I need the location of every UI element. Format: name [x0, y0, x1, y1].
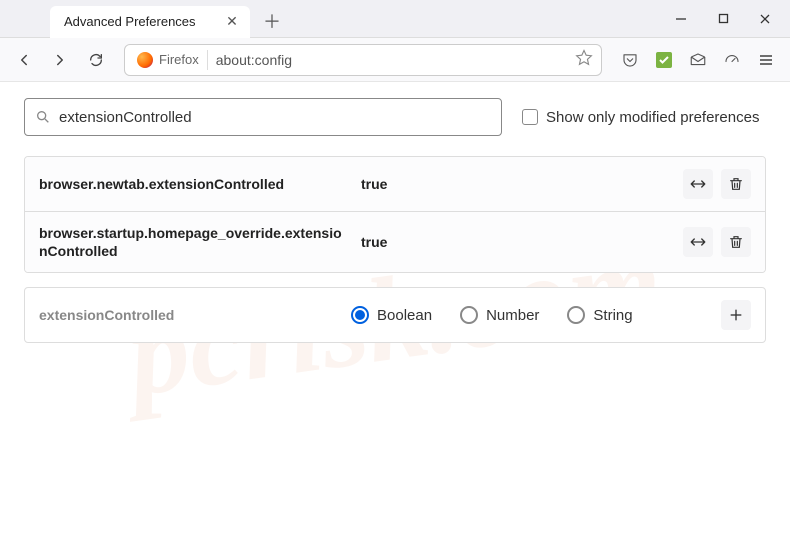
pref-value: true [361, 176, 671, 192]
pref-row: browser.startup.homepage_override.extens… [25, 212, 765, 272]
delete-button[interactable] [721, 227, 751, 257]
pref-name: browser.startup.homepage_override.extens… [39, 224, 349, 260]
toolbar-icons [614, 44, 782, 76]
pocket-icon[interactable] [614, 44, 646, 76]
pref-actions [683, 227, 751, 257]
search-icon [35, 109, 51, 125]
radio-string[interactable]: String [567, 306, 632, 324]
firefox-logo-icon [137, 52, 153, 68]
bookmark-star-icon[interactable] [575, 49, 593, 70]
delete-button[interactable] [721, 169, 751, 199]
radio-icon [460, 306, 478, 324]
radio-label: Number [486, 307, 539, 324]
search-input[interactable] [59, 109, 491, 126]
titlebar: Advanced Preferences ✕ ＋ [0, 0, 790, 38]
search-box[interactable] [24, 98, 502, 136]
browser-tab[interactable]: Advanced Preferences ✕ [50, 6, 250, 38]
menu-button[interactable] [750, 44, 782, 76]
content-area: Show only modified preferences browser.n… [0, 82, 790, 359]
extension-icon[interactable] [648, 44, 680, 76]
back-button[interactable] [8, 44, 40, 76]
prefs-table: browser.newtab.extensionControlled true … [24, 156, 766, 273]
modified-only-checkbox[interactable]: Show only modified preferences [522, 109, 759, 126]
tab-close-icon[interactable]: ✕ [224, 14, 240, 30]
url-bar[interactable]: Firefox about:config [124, 44, 602, 76]
radio-number[interactable]: Number [460, 306, 539, 324]
identity-box[interactable]: Firefox [133, 50, 208, 70]
radio-icon [567, 306, 585, 324]
new-pref-row: extensionControlled Boolean Number Strin… [24, 287, 766, 343]
close-window-button[interactable] [744, 4, 786, 34]
reload-button[interactable] [80, 44, 112, 76]
radio-label: Boolean [377, 307, 432, 324]
url-text: about:config [216, 52, 567, 68]
new-tab-button[interactable]: ＋ [258, 7, 286, 35]
radio-label: String [593, 307, 632, 324]
pref-actions [683, 169, 751, 199]
pref-value: true [361, 234, 671, 250]
tab-title: Advanced Preferences [64, 14, 214, 29]
window-controls [660, 4, 790, 34]
checkbox-icon [522, 109, 538, 125]
pref-name: browser.newtab.extensionControlled [39, 175, 349, 193]
type-radio-group: Boolean Number String [351, 306, 709, 324]
toolbar: Firefox about:config [0, 38, 790, 82]
add-button[interactable] [721, 300, 751, 330]
pref-row: browser.newtab.extensionControlled true [25, 157, 765, 212]
toggle-button[interactable] [683, 169, 713, 199]
mail-icon[interactable] [682, 44, 714, 76]
dashboard-icon[interactable] [716, 44, 748, 76]
toggle-button[interactable] [683, 227, 713, 257]
identity-label: Firefox [159, 52, 199, 67]
forward-button[interactable] [44, 44, 76, 76]
search-row: Show only modified preferences [24, 98, 766, 136]
radio-icon [351, 306, 369, 324]
radio-boolean[interactable]: Boolean [351, 306, 432, 324]
minimize-button[interactable] [660, 4, 702, 34]
new-pref-name: extensionControlled [39, 307, 339, 323]
maximize-button[interactable] [702, 4, 744, 34]
checkbox-label-text: Show only modified preferences [546, 109, 759, 126]
